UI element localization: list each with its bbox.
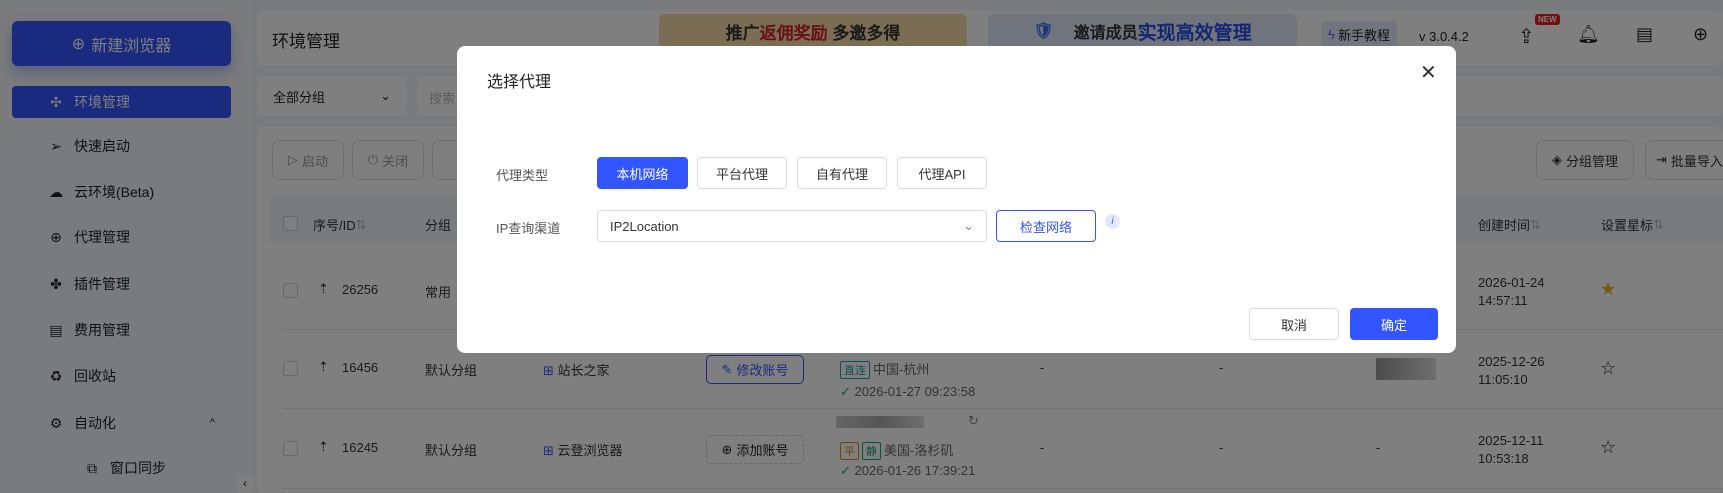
- proxy-type-platform[interactable]: 平台代理: [697, 157, 787, 189]
- ip-channel-select[interactable]: IP2Location ⌄: [597, 210, 987, 242]
- cancel-button[interactable]: 取消: [1249, 308, 1339, 340]
- select-proxy-dialog: 选择代理 ✕ 代理类型 本机网络 平台代理 自有代理 代理API IP查询渠道 …: [457, 46, 1456, 353]
- proxy-type-api[interactable]: 代理API: [897, 157, 987, 189]
- proxy-type-local[interactable]: 本机网络: [597, 157, 688, 189]
- ip-channel-label: IP查询渠道: [496, 221, 561, 236]
- proxy-type-label: 代理类型: [496, 168, 549, 183]
- check-network-button[interactable]: 检查网络: [996, 210, 1096, 242]
- confirm-button[interactable]: 确定: [1350, 308, 1438, 340]
- close-icon[interactable]: ✕: [1420, 60, 1437, 85]
- dialog-title: 选择代理: [487, 74, 552, 91]
- chevron-down-icon: ⌄: [963, 218, 974, 233]
- proxy-type-own[interactable]: 自有代理: [797, 157, 887, 189]
- info-icon[interactable]: i: [1105, 214, 1120, 229]
